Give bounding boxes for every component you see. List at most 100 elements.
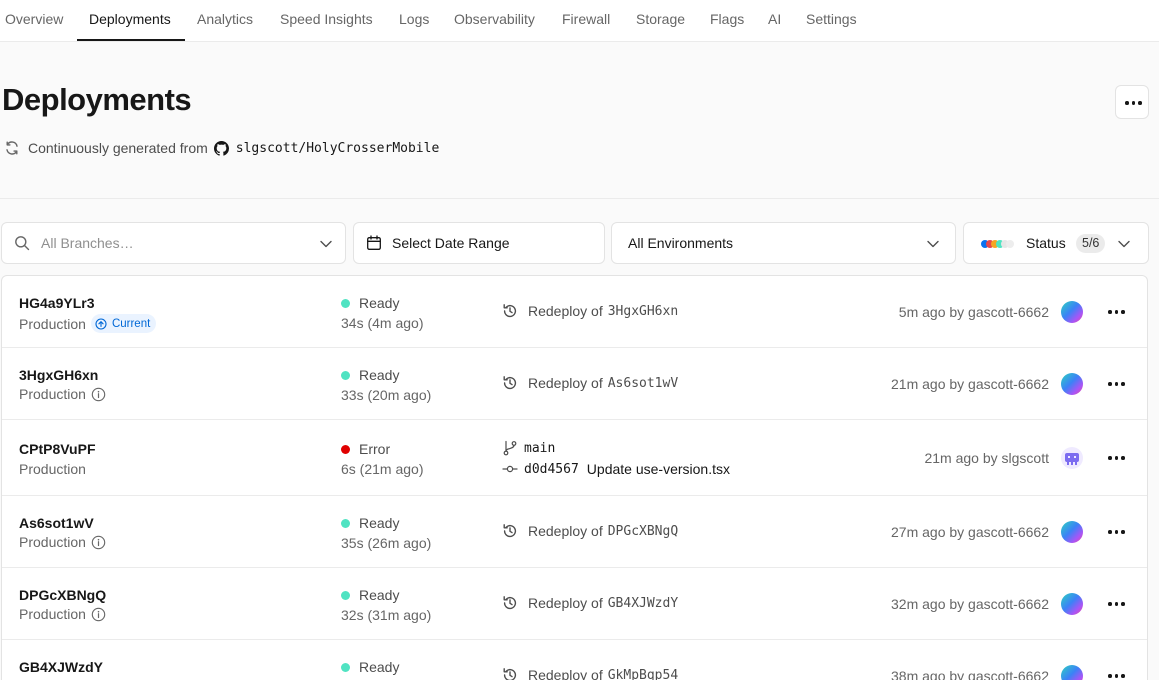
redeploy-icon	[503, 376, 517, 390]
deployment-environment: Production Current	[19, 314, 157, 333]
deployment-row[interactable]: HG4a9YLr3 Production Current Ready 34s (…	[2, 276, 1147, 348]
deployment-id[interactable]: CPtP8VuPF	[19, 441, 96, 457]
tab-logs[interactable]: Logs	[399, 0, 429, 42]
redeploy-icon	[503, 596, 517, 610]
deployment-id[interactable]: GB4XJWzdY	[19, 659, 103, 675]
subtitle-prefix: Continuously generated from	[28, 140, 208, 156]
avatar	[1061, 665, 1083, 680]
status-dot-error	[341, 444, 350, 454]
environment-label: Production	[19, 534, 86, 550]
deployment-row[interactable]: As6sot1wV Production Ready 35s (26m ago)…	[2, 496, 1147, 568]
avatar	[1061, 521, 1083, 543]
source-info: Continuously generated from slgscott/Hol…	[4, 139, 439, 157]
commit-message: Update use-version.tsx	[586, 461, 730, 477]
row-more-button[interactable]	[1105, 666, 1129, 680]
tab-overview[interactable]: Overview	[5, 0, 63, 42]
tab-firewall[interactable]: Firewall	[562, 0, 610, 42]
row-more-button[interactable]	[1105, 594, 1129, 614]
tab-storage[interactable]: Storage	[636, 0, 685, 42]
deployment-row[interactable]: GB4XJWzdY Ready Redeploy of GkMpBqp54 38…	[2, 640, 1147, 680]
deployment-author-time: 32m ago by gascott-6662	[891, 596, 1049, 612]
deployment-status: Ready	[341, 587, 399, 603]
branch-name[interactable]: main	[524, 441, 555, 456]
deployment-branch: main	[502, 440, 555, 456]
redeploy-ref[interactable]: GB4XJWzdY	[608, 596, 678, 611]
commit-sha[interactable]: d0d4567	[524, 462, 579, 477]
deployment-environment: Production	[19, 534, 106, 550]
row-more-button[interactable]	[1105, 302, 1129, 322]
more-horizontal-icon	[1108, 602, 1125, 606]
environment-select-value: All Environments	[628, 235, 734, 251]
deployment-duration: 32s (31m ago)	[341, 607, 432, 623]
page-title: Deployments	[2, 82, 192, 117]
deployment-row[interactable]: 3HgxGH6xn Production Ready 33s (20m ago)…	[2, 348, 1147, 420]
deployment-environment: Production	[19, 386, 106, 402]
redeploy-ref[interactable]: As6sot1wV	[608, 376, 678, 391]
deployment-duration: 6s (21m ago)	[341, 461, 424, 477]
status-label: Ready	[359, 295, 400, 311]
more-horizontal-icon	[1108, 382, 1125, 386]
redeploy-icon	[503, 304, 517, 318]
environment-label: Production	[19, 315, 86, 332]
environment-label: Production	[19, 606, 86, 622]
source-prefix: Redeploy of	[528, 667, 603, 680]
redeploy-ref[interactable]: GkMpBqp54	[608, 668, 678, 680]
more-horizontal-icon	[1108, 456, 1125, 460]
chevron-down-icon	[1118, 240, 1130, 248]
status-dots-icon	[981, 240, 1021, 248]
deployment-source: Redeploy of GkMpBqp54	[502, 667, 678, 680]
row-more-button[interactable]	[1105, 522, 1129, 542]
repo-link[interactable]: slgscott/HolyCrosserMobile	[236, 141, 440, 156]
deployment-author-time: 38m ago by gascott-6662	[891, 668, 1049, 680]
deployment-status: Error	[341, 441, 390, 457]
github-bot-icon	[1065, 453, 1079, 465]
chevron-down-icon	[927, 240, 939, 248]
tab-analytics[interactable]: Analytics	[197, 0, 253, 42]
deployment-author-time: 27m ago by gascott-6662	[891, 524, 1049, 540]
page-more-button[interactable]	[1115, 85, 1149, 119]
status-filter[interactable]: Status 5/6	[963, 222, 1149, 264]
deployment-row[interactable]: CPtP8VuPF Production Error 6s (21m ago) …	[2, 420, 1147, 496]
date-range-label: Select Date Range	[392, 235, 510, 251]
date-range-button[interactable]: Select Date Range	[353, 222, 605, 264]
branch-filter-placeholder: All Branches…	[41, 235, 134, 251]
deployment-author-time: 21m ago by slgscott	[924, 450, 1049, 466]
source-prefix: Redeploy of	[528, 523, 603, 539]
avatar	[1061, 373, 1083, 395]
tab-ai[interactable]: AI	[768, 0, 781, 42]
deployment-status: Ready	[341, 515, 399, 531]
deployment-row[interactable]: DPGcXBNgQ Production Ready 32s (31m ago)…	[2, 568, 1147, 640]
deployment-duration: 33s (20m ago)	[341, 387, 432, 403]
tab-speed-insights[interactable]: Speed Insights	[280, 0, 373, 42]
more-horizontal-icon	[1125, 101, 1142, 105]
status-filter-label: Status	[1026, 235, 1066, 251]
environment-select[interactable]: All Environments	[611, 222, 956, 264]
deployment-id[interactable]: DPGcXBNgQ	[19, 587, 106, 603]
status-label: Ready	[359, 659, 400, 675]
info-icon[interactable]	[91, 607, 106, 622]
deployment-id[interactable]: As6sot1wV	[19, 515, 94, 531]
deployment-source: Redeploy of DPGcXBNgQ	[502, 523, 678, 539]
branch-filter[interactable]: All Branches…	[1, 222, 346, 264]
row-more-button[interactable]	[1105, 374, 1129, 394]
redeploy-icon	[503, 668, 517, 680]
deployment-source: Redeploy of 3HgxGH6xn	[502, 303, 678, 319]
deployment-environment: Production	[19, 461, 86, 477]
info-icon[interactable]	[91, 535, 106, 550]
row-more-button[interactable]	[1105, 448, 1129, 468]
redeploy-ref[interactable]: DPGcXBNgQ	[608, 524, 678, 539]
tab-observability[interactable]: Observability	[454, 0, 535, 42]
tab-flags[interactable]: Flags	[710, 0, 744, 42]
environment-label: Production	[19, 461, 86, 477]
info-icon[interactable]	[91, 387, 106, 402]
deployment-commit: d0d4567 Update use-version.tsx	[502, 461, 730, 477]
git-branch-icon	[503, 440, 517, 456]
tab-deployments[interactable]: Deployments	[89, 0, 171, 42]
deployment-id[interactable]: 3HgxGH6xn	[19, 367, 98, 383]
deployment-id[interactable]: HG4a9YLr3	[19, 295, 94, 311]
deployment-status: Ready	[341, 367, 399, 383]
status-label: Ready	[359, 515, 400, 531]
status-label: Ready	[359, 367, 400, 383]
tab-settings[interactable]: Settings	[806, 0, 857, 42]
redeploy-ref[interactable]: 3HgxGH6xn	[608, 304, 678, 319]
